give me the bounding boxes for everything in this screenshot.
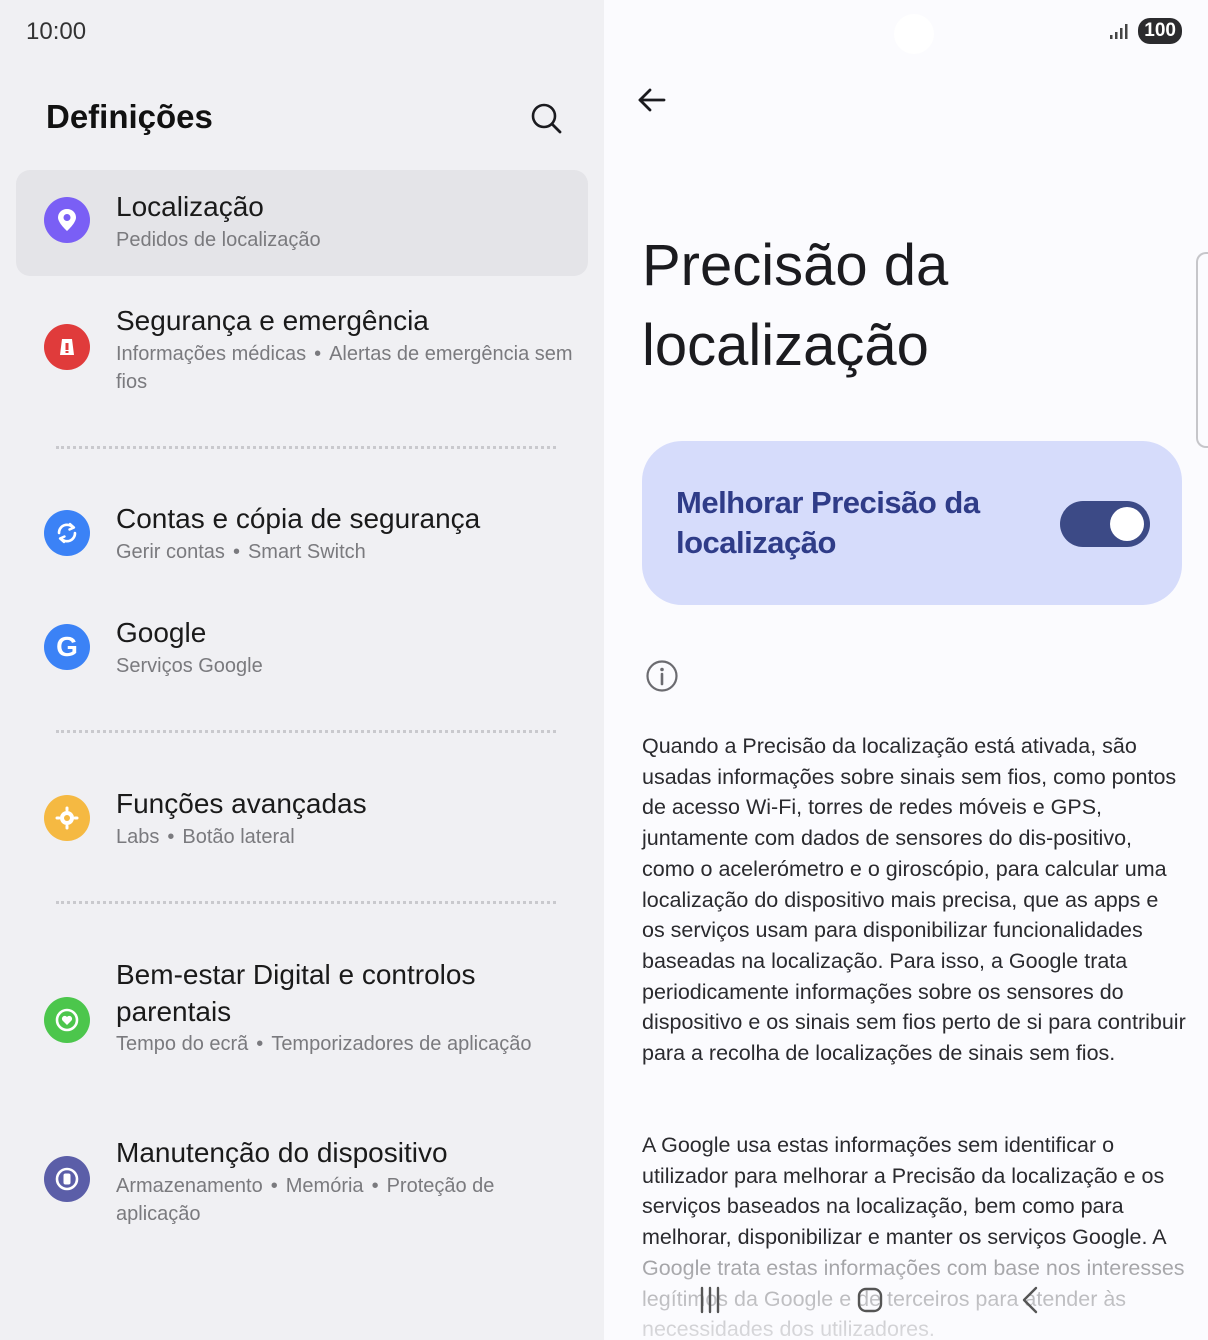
info-icon: [644, 658, 680, 694]
divider: [56, 730, 556, 733]
camera-cutout: [894, 14, 934, 54]
divider: [56, 901, 556, 904]
settings-item-subtitle: Informações médicas • Alertas de emergênci…: [116, 343, 573, 393]
settings-item-subtitle: Tempo do ecrã • Temporizadores de aplicaçã…: [116, 1033, 532, 1055]
google-icon: G: [44, 624, 90, 670]
back-button[interactable]: [634, 82, 670, 118]
detail-pane: 100 Precisão da localização Melhorar Pre…: [604, 0, 1208, 1340]
settings-item-location[interactable]: Localização Pedidos de localização: [16, 170, 588, 276]
divider: [56, 446, 556, 449]
battery-indicator: 100: [1138, 18, 1182, 44]
settings-item-subtitle: Serviços Google: [116, 655, 263, 677]
recent-apps-icon: [700, 1286, 720, 1314]
sync-icon: [44, 510, 90, 556]
status-time: 10:00: [26, 18, 87, 45]
description-paragraph-1: Quando a Precisão da localização está at…: [642, 734, 1186, 1066]
advanced-features-icon: [44, 795, 90, 841]
recent-apps-button[interactable]: [690, 1280, 730, 1320]
settings-item-wellbeing[interactable]: Bem-estar Digital e controlos parentais …: [16, 946, 588, 1096]
emergency-icon: [44, 324, 90, 370]
settings-item-title: Localização: [116, 191, 264, 222]
back-nav-button[interactable]: [1010, 1280, 1050, 1320]
settings-item-subtitle: Armazenamento • Memória • Proteção de aplica…: [116, 1175, 495, 1225]
settings-item-subtitle: Gerir contas • Smart Switch: [116, 541, 366, 563]
page-title: Definições: [46, 98, 213, 135]
settings-item-title: Manutenção do dispositivo: [116, 1137, 448, 1168]
switch-knob: [1110, 507, 1144, 541]
settings-item-title: Contas e cópia de segurança: [116, 503, 481, 534]
settings-item-accounts[interactable]: Contas e cópia de segurança Gerir contas…: [16, 490, 588, 580]
search-icon: [531, 103, 562, 134]
settings-item-advanced[interactable]: Funções avançadas Labs • Botão lateral: [16, 775, 588, 865]
search-button[interactable]: [526, 98, 566, 138]
chevron-left-icon: [1022, 1286, 1038, 1314]
settings-item-title: Bem-estar Digital e controlos parentais: [116, 959, 476, 1027]
settings-item-title: Funções avançadas: [116, 788, 367, 819]
accuracy-switch[interactable]: [1060, 501, 1150, 547]
settings-item-safety[interactable]: Segurança e emergência Informações médic…: [16, 292, 588, 412]
settings-item-title: Google: [116, 617, 207, 648]
accuracy-toggle-card[interactable]: Melhorar Precisão da localização: [642, 441, 1182, 605]
location-icon: [44, 197, 90, 243]
settings-item-subtitle: Labs • Botão lateral: [116, 826, 295, 848]
edge-panel-handle[interactable]: [1196, 252, 1208, 448]
settings-item-subtitle: Pedidos de localização: [116, 229, 321, 251]
status-icons: 100: [1108, 18, 1182, 44]
settings-item-title: Segurança e emergência: [116, 305, 429, 336]
settings-item-device-care[interactable]: Manutenção do dispositivo Armazenamento •…: [16, 1124, 588, 1244]
settings-item-google[interactable]: G Google Serviços Google: [16, 604, 588, 694]
home-button[interactable]: [850, 1280, 890, 1320]
detail-title: Precisão da localização: [642, 233, 949, 378]
settings-pane: 10:00 Definições Localização Pedidos de …: [0, 0, 604, 1340]
home-icon: [857, 1287, 883, 1313]
toggle-label: Melhorar Precisão da localização: [676, 485, 980, 560]
wellbeing-icon: [44, 997, 90, 1043]
arrow-left-icon: [638, 88, 666, 112]
signal-icon: [1110, 24, 1128, 39]
device-care-icon: [44, 1156, 90, 1202]
navigation-bar: [604, 1280, 1208, 1320]
